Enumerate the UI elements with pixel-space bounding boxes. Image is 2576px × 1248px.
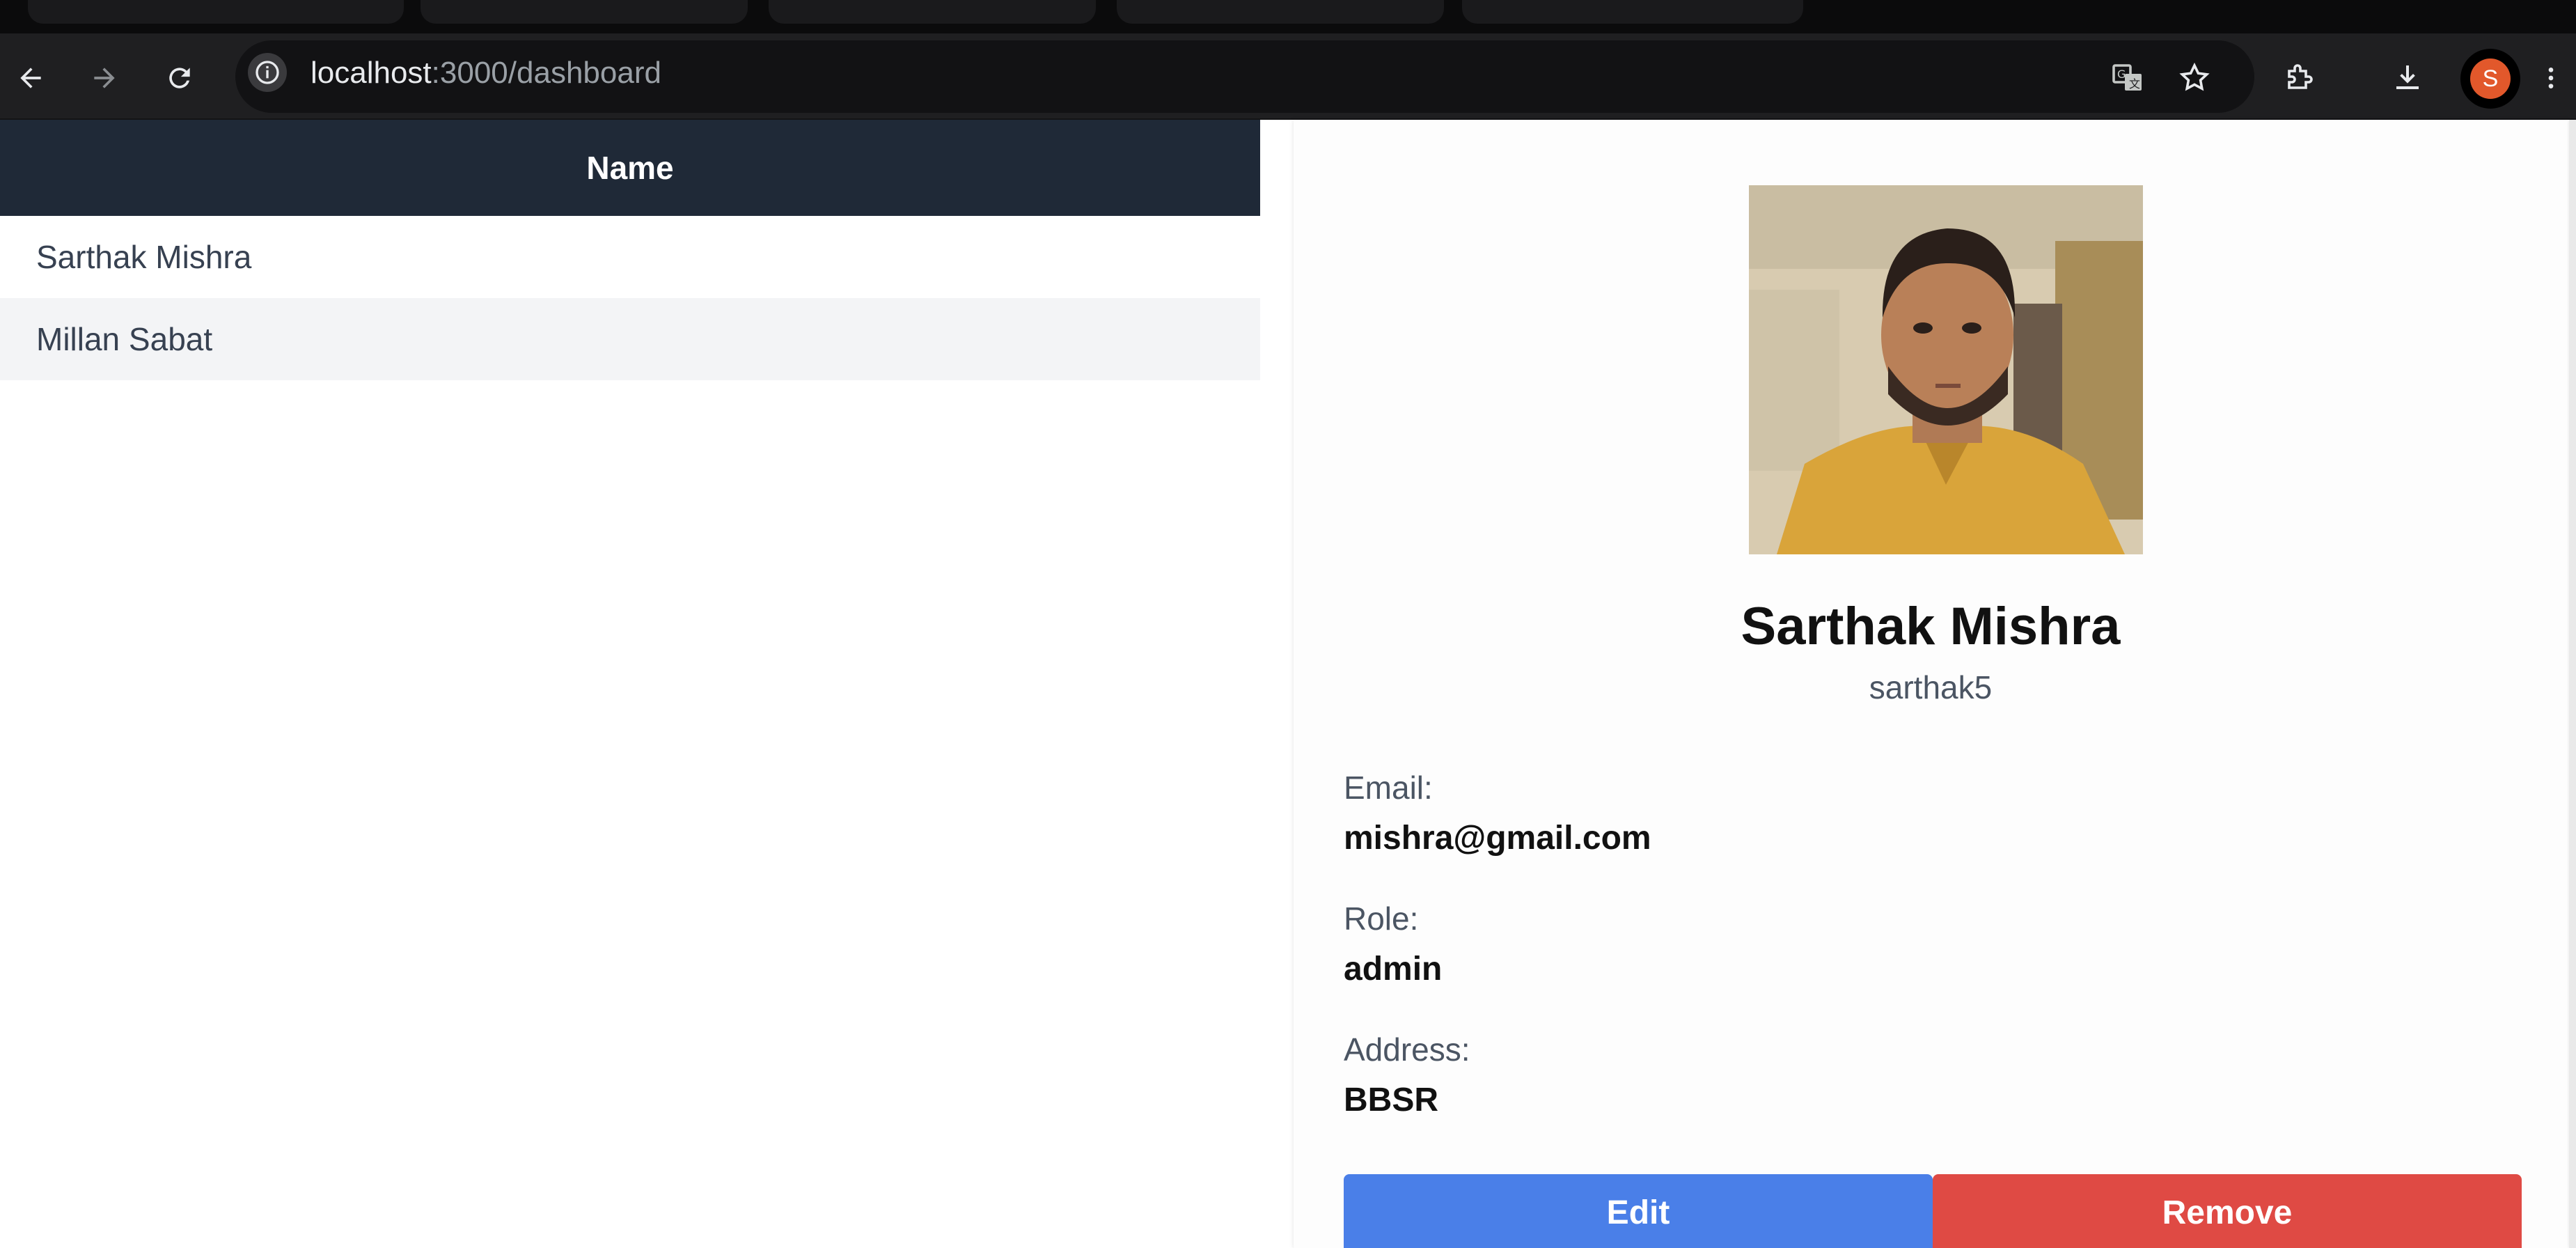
info-icon[interactable] bbox=[248, 53, 287, 92]
forward-icon[interactable] bbox=[84, 57, 125, 99]
profile-initial: S bbox=[2470, 58, 2511, 99]
browser-toolbar: localhost:3000/dashboard G文 S bbox=[0, 33, 2576, 120]
url-host: localhost bbox=[311, 56, 432, 90]
profile-photo bbox=[1749, 185, 2143, 554]
bookmark-star-icon[interactable] bbox=[2174, 57, 2215, 99]
page-scrollbar[interactable] bbox=[2569, 120, 2576, 1248]
svg-text:文: 文 bbox=[2129, 77, 2140, 91]
table-row[interactable]: Millan Sabat bbox=[0, 298, 1260, 380]
address-label: Address: bbox=[1344, 1031, 1470, 1068]
download-icon[interactable] bbox=[2387, 57, 2428, 99]
tab-strip bbox=[0, 0, 2576, 33]
profile-full-name: Sarthak Mishra bbox=[1741, 597, 2121, 656]
role-label: Role: bbox=[1344, 900, 1419, 937]
edit-button[interactable]: Edit bbox=[1344, 1174, 1933, 1248]
more-vert-icon[interactable] bbox=[2537, 57, 2565, 99]
browser-tab[interactable] bbox=[28, 0, 404, 24]
url-path: :3000/dashboard bbox=[431, 56, 661, 90]
address-value: BBSR bbox=[1344, 1082, 1439, 1118]
back-icon[interactable] bbox=[10, 57, 52, 99]
svg-text:G: G bbox=[2117, 68, 2126, 81]
table-row[interactable]: Sarthak Mishra bbox=[0, 216, 1260, 298]
remove-button[interactable]: Remove bbox=[1933, 1174, 2522, 1248]
browser-tab[interactable] bbox=[1117, 0, 1444, 24]
extensions-icon[interactable] bbox=[2278, 57, 2320, 99]
role-value: admin bbox=[1344, 951, 1443, 988]
email-label: Email: bbox=[1344, 770, 1433, 806]
profile-avatar[interactable]: S bbox=[2460, 49, 2520, 109]
users-table: Name Sarthak Mishra Millan Sabat bbox=[0, 120, 1260, 380]
table-header-name: Name bbox=[0, 120, 1260, 216]
url-text[interactable]: localhost:3000/dashboard bbox=[311, 52, 661, 94]
translate-icon[interactable]: G文 bbox=[2107, 57, 2149, 99]
browser-tab[interactable] bbox=[1462, 0, 1803, 24]
reload-icon[interactable] bbox=[159, 57, 201, 99]
profile-username: sarthak5 bbox=[1869, 669, 1993, 705]
browser-tab[interactable] bbox=[769, 0, 1096, 24]
browser-tab[interactable] bbox=[421, 0, 748, 24]
email-value: mishra@gmail.com bbox=[1344, 820, 1651, 857]
profile-card: Sarthak Mishra sarthak5 Email: mishra@gm… bbox=[1294, 120, 2568, 1248]
